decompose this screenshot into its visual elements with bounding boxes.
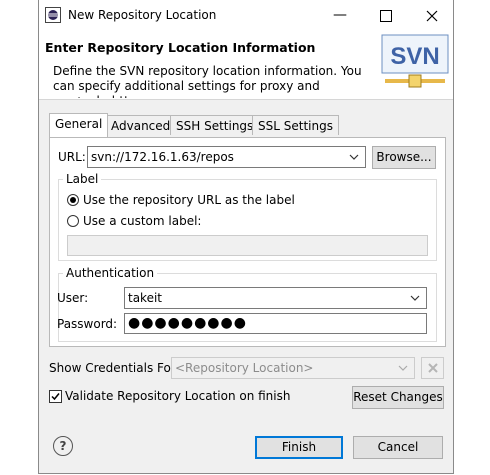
tab-general-label: General xyxy=(55,117,103,131)
tab-advanced[interactable]: Advanced xyxy=(105,115,177,135)
minimize-button[interactable]: — xyxy=(317,0,363,31)
help-icon[interactable]: ? xyxy=(53,436,73,456)
authentication-group: Authentication User: takeit Password: ●●… xyxy=(57,266,437,342)
user-combo[interactable]: takeit xyxy=(124,287,427,309)
custom-label-field[interactable] xyxy=(67,235,428,256)
chevron-down-icon xyxy=(349,154,359,160)
url-value: svn://172.16.1.63/repos xyxy=(91,150,234,164)
user-label: User: xyxy=(57,291,89,305)
radio-use-repo-url-label[interactable]: Use the repository URL as the label xyxy=(83,193,295,207)
tab-ssl-label: SSL Settings xyxy=(258,119,333,133)
chevron-down-icon xyxy=(410,295,420,301)
validate-checkbox[interactable] xyxy=(49,390,62,403)
tab-advanced-label: Advanced xyxy=(111,119,171,133)
delete-credentials-button[interactable] xyxy=(421,357,444,379)
finish-button[interactable]: Finish xyxy=(255,436,343,459)
tab-ssl-settings[interactable]: SSL Settings xyxy=(252,115,339,135)
url-combo[interactable]: svn://172.16.1.63/repos xyxy=(87,146,366,168)
label-group: Label Use the repository URL as the labe… xyxy=(58,172,437,261)
label-group-title: Label xyxy=(63,172,102,186)
maximize-icon xyxy=(380,10,392,22)
reset-changes-button[interactable]: Reset Changes xyxy=(352,386,444,409)
browse-button[interactable]: Browse... xyxy=(372,146,436,169)
password-field[interactable]: ●●●●●●●●● xyxy=(124,313,427,334)
url-label: URL: xyxy=(58,150,86,164)
window-title: New Repository Location xyxy=(68,8,217,22)
wizard-header: Enter Repository Location Information De… xyxy=(39,31,453,100)
eclipse-icon xyxy=(45,7,61,23)
svn-logo-text: SVN xyxy=(390,43,439,70)
show-credentials-label: Show Credentials For: xyxy=(49,361,180,375)
user-value: takeit xyxy=(128,291,163,305)
authentication-group-title: Authentication xyxy=(63,266,158,280)
svn-logo-icon: SVN xyxy=(381,34,449,88)
header-title: Enter Repository Location Information xyxy=(45,40,316,55)
maximize-button[interactable] xyxy=(363,0,409,31)
radio-custom-label-text[interactable]: Use a custom label: xyxy=(83,214,201,228)
dialog-window: New Repository Location — Enter Reposito… xyxy=(38,0,454,474)
radio-custom-label[interactable] xyxy=(67,215,79,227)
radio-use-repo-url[interactable] xyxy=(67,194,79,206)
credentials-value: <Repository Location> xyxy=(175,361,314,375)
tab-ssh-settings[interactable]: SSH Settings xyxy=(170,115,260,135)
delete-icon xyxy=(427,363,438,373)
header-description: Define the SVN repository location infor… xyxy=(53,64,362,98)
chevron-down-icon xyxy=(398,365,408,371)
validate-label[interactable]: Validate Repository Location on finish xyxy=(65,389,290,403)
cancel-button[interactable]: Cancel xyxy=(353,436,443,459)
general-tab-panel: URL: svn://172.16.1.63/repos Browse... L… xyxy=(49,137,446,347)
tab-ssh-label: SSH Settings xyxy=(176,119,254,133)
title-bar: New Repository Location — xyxy=(39,0,453,31)
password-label: Password: xyxy=(57,317,118,331)
checkmark-icon xyxy=(51,393,60,401)
close-icon xyxy=(426,10,438,22)
password-value: ●●●●●●●●● xyxy=(128,315,247,331)
tab-general[interactable]: General xyxy=(49,113,109,137)
close-button[interactable] xyxy=(409,0,455,31)
credentials-combo[interactable]: <Repository Location> xyxy=(171,357,415,379)
